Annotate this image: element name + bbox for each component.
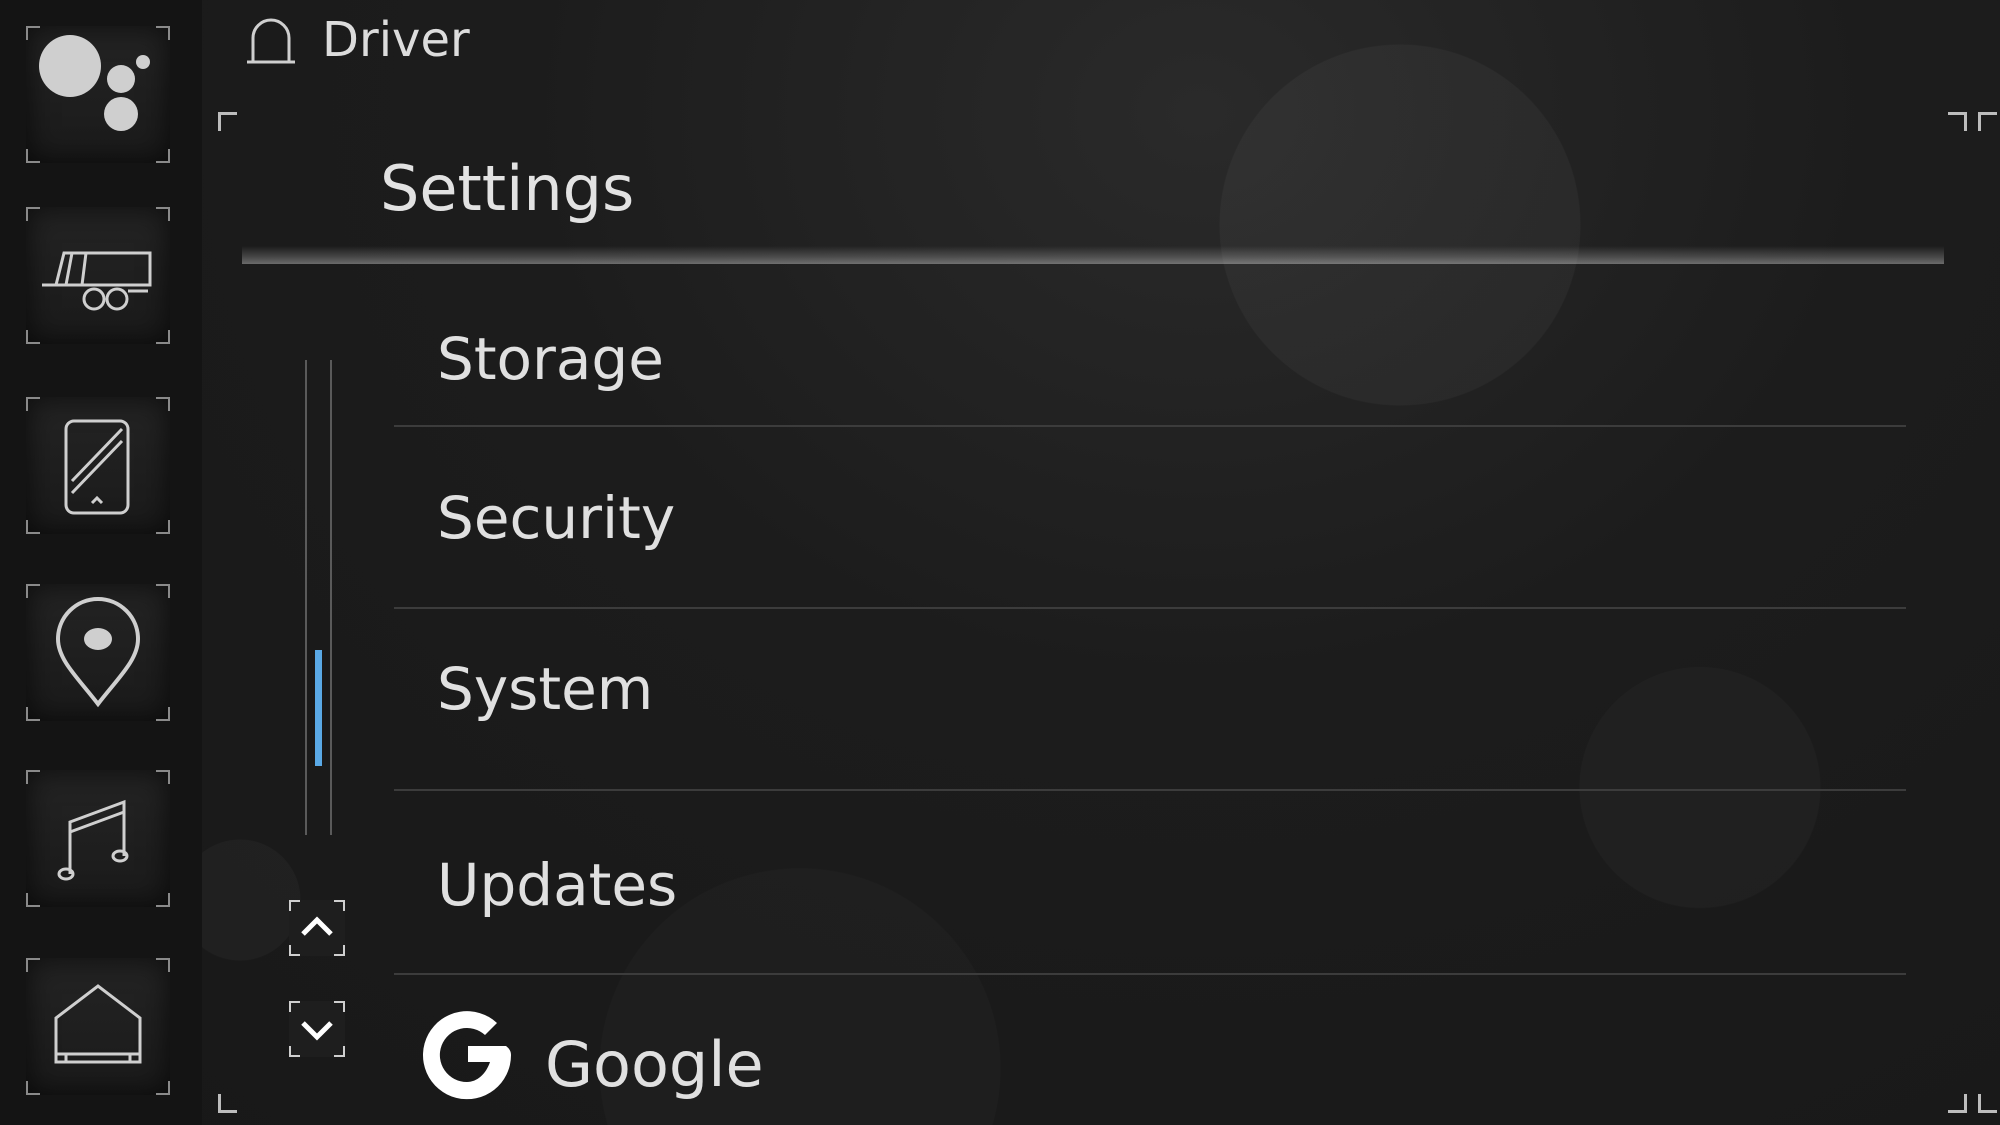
music-note-icon <box>57 799 129 881</box>
google-g-icon <box>423 1011 512 1100</box>
bell-icon[interactable] <box>243 16 299 72</box>
phone-icon <box>64 419 130 515</box>
sidebar-item-assistant[interactable] <box>26 26 170 163</box>
frame-corner-bottom-left <box>218 1094 237 1113</box>
list-item-security[interactable]: Security <box>394 427 1906 609</box>
sidebar-item-home[interactable] <box>26 958 170 1095</box>
list-item-label: Storage <box>437 325 664 393</box>
home-icon <box>54 984 142 1064</box>
assistant-dots-icon <box>39 35 150 131</box>
sidebar-item-phone[interactable] <box>26 397 170 534</box>
title-divider <box>242 246 1944 264</box>
profile-name[interactable]: Driver <box>322 12 470 68</box>
scroll-track-right <box>330 360 332 835</box>
list-item-storage[interactable]: Storage <box>394 285 1906 427</box>
list-item-updates[interactable]: Updates <box>394 791 1906 975</box>
map-pin-icon <box>55 597 141 708</box>
list-item-label: System <box>437 655 654 723</box>
frame-corner-bottom-right <box>1948 1094 1967 1113</box>
page-title: Settings <box>380 152 635 225</box>
list-item-label: Updates <box>437 851 678 919</box>
trailer-icon <box>42 251 152 311</box>
scroll-up-button[interactable] <box>289 900 345 956</box>
frame-corner-top-right-outer <box>1978 112 1997 131</box>
sidebar <box>0 0 202 1125</box>
sidebar-item-navigation[interactable] <box>26 584 170 721</box>
sidebar-item-media[interactable] <box>26 770 170 907</box>
scroll-down-button[interactable] <box>289 1001 345 1057</box>
frame-corner-bottom-right-outer <box>1978 1094 1997 1113</box>
frame-corner-top-right <box>1948 112 1967 131</box>
frame-corner-top-left <box>218 112 237 131</box>
scroll-track-left <box>305 360 307 835</box>
scroll-thumb[interactable] <box>315 650 322 766</box>
sidebar-item-trailer[interactable] <box>26 207 170 344</box>
list-item-system[interactable]: System <box>394 609 1906 791</box>
list-item-label: Google <box>545 1028 764 1101</box>
list-item-label: Security <box>437 484 676 552</box>
